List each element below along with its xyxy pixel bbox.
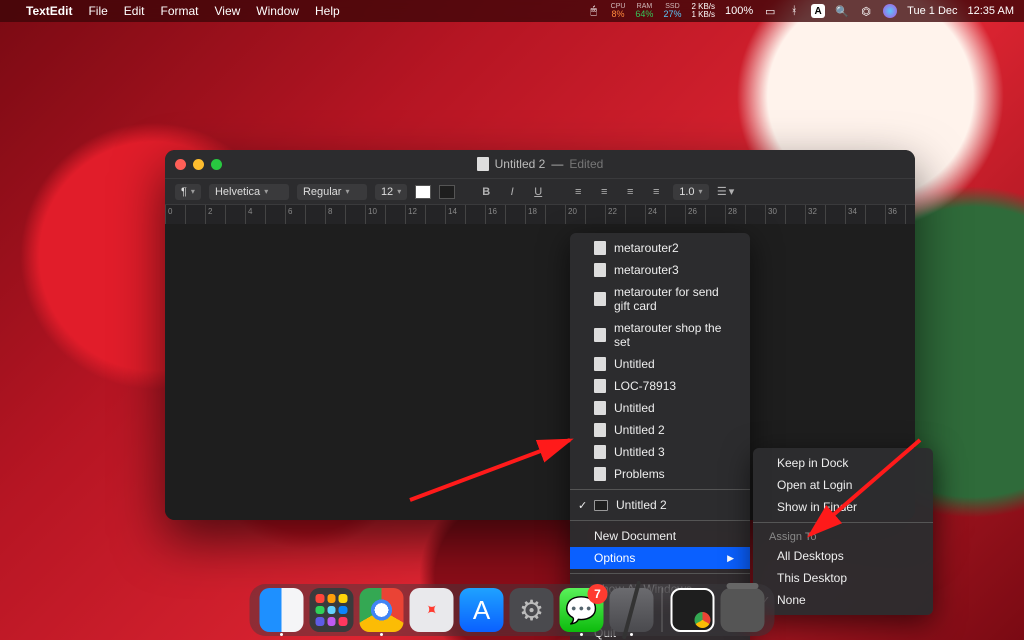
window-title: Untitled 2 — Edited: [165, 157, 915, 171]
italic-button[interactable]: I: [503, 183, 521, 201]
this-desktop-item[interactable]: This Desktop: [753, 567, 933, 589]
recent-doc-label: Problems: [614, 467, 665, 481]
recent-doc-label: metarouter3: [614, 263, 679, 277]
window-edited-label: Edited: [569, 157, 603, 171]
dock-chrome[interactable]: [360, 588, 404, 632]
document-icon: [594, 263, 606, 277]
align-center-button[interactable]: ≡: [595, 183, 613, 201]
dock-minimized-window[interactable]: [671, 588, 715, 632]
font-family-select[interactable]: Helvetica▾: [209, 184, 289, 200]
menubar: TextEdit File Edit Format View Window He…: [0, 0, 1024, 22]
mouse-icon[interactable]: 🖱: [587, 4, 601, 18]
options-item[interactable]: Options▶: [570, 547, 750, 569]
recent-doc-item[interactable]: Untitled 3: [570, 441, 750, 463]
menu-edit[interactable]: Edit: [124, 4, 145, 18]
menu-file[interactable]: File: [88, 4, 107, 18]
none-item[interactable]: None: [753, 589, 933, 611]
net-stat[interactable]: 2 KB/s 1 KB/s: [691, 3, 715, 19]
document-icon: [594, 292, 606, 306]
control-center-icon[interactable]: ⏣: [859, 4, 873, 18]
recent-doc-item[interactable]: metarouter for send gift card: [570, 281, 750, 317]
align-left-button[interactable]: ≡: [569, 183, 587, 201]
bold-button[interactable]: B: [477, 183, 495, 201]
recent-doc-item[interactable]: Untitled: [570, 397, 750, 419]
ruler[interactable]: [165, 204, 915, 224]
document-icon: [594, 357, 606, 371]
battery-status[interactable]: 100%: [725, 5, 753, 17]
spotlight-icon[interactable]: 🔍: [835, 4, 849, 18]
recent-doc-item[interactable]: Untitled 2: [570, 419, 750, 441]
dock-settings[interactable]: ⚙: [510, 588, 554, 632]
titlebar[interactable]: Untitled 2 — Edited: [165, 150, 915, 178]
underline-button[interactable]: U: [529, 183, 547, 201]
assign-to-label: Assign To: [753, 527, 933, 545]
dock-separator: [662, 588, 663, 632]
document-icon: [594, 423, 606, 437]
recent-doc-label: metarouter shop the set: [614, 321, 734, 349]
align-justify-button[interactable]: ≡: [647, 183, 665, 201]
current-window-item[interactable]: Untitled 2: [570, 494, 750, 516]
menu-format[interactable]: Format: [160, 4, 198, 18]
line-spacing-select[interactable]: 1.0▾: [673, 184, 708, 200]
messages-badge: 7: [588, 584, 608, 604]
ram-stat[interactable]: RAM64%: [635, 3, 653, 19]
menubar-date[interactable]: Tue 1 Dec: [907, 5, 957, 17]
font-weight-select[interactable]: Regular▾: [297, 184, 367, 200]
dock-context-menu: metarouter2 metarouter3 metarouter for sen…: [570, 233, 750, 640]
document-icon: [594, 328, 606, 342]
dock-trash[interactable]: [721, 588, 765, 632]
dock-safari[interactable]: ✦: [410, 588, 454, 632]
recent-doc-label: Untitled 2: [614, 423, 665, 437]
align-right-button[interactable]: ≡: [621, 183, 639, 201]
all-desktops-item[interactable]: All Desktops: [753, 545, 933, 567]
keyboard-icon[interactable]: A: [811, 4, 825, 18]
recent-doc-label: metarouter for send gift card: [614, 285, 734, 313]
bg-color-swatch[interactable]: [439, 185, 455, 199]
recent-doc-item[interactable]: metarouter3: [570, 259, 750, 281]
recent-doc-label: LOC-78913: [614, 379, 676, 393]
dock-finder[interactable]: [260, 588, 304, 632]
dock-launchpad[interactable]: [310, 588, 354, 632]
dock-appstore[interactable]: A: [460, 588, 504, 632]
document-icon: [594, 241, 606, 255]
document-icon: [594, 445, 606, 459]
recent-doc-item[interactable]: metarouter2: [570, 237, 750, 259]
menubar-time[interactable]: 12:35 AM: [968, 5, 1014, 17]
font-size-select[interactable]: 12▾: [375, 184, 407, 200]
document-icon: [594, 379, 606, 393]
recent-doc-item[interactable]: LOC-78913: [570, 375, 750, 397]
recent-doc-label: Untitled 3: [614, 445, 665, 459]
window-title-text: Untitled 2: [495, 157, 546, 171]
siri-icon[interactable]: [883, 4, 897, 18]
recent-doc-label: Untitled: [614, 357, 655, 371]
recent-doc-item[interactable]: Untitled: [570, 353, 750, 375]
ssd-stat[interactable]: SSD27%: [663, 3, 681, 19]
cpu-stat[interactable]: CPU8%: [611, 3, 626, 19]
show-in-finder-item[interactable]: Show in Finder: [753, 496, 933, 518]
recent-doc-label: Untitled: [614, 401, 655, 415]
dock-messages[interactable]: 💬7: [560, 588, 604, 632]
recent-doc-item[interactable]: Problems: [570, 463, 750, 485]
dock: ✦ A ⚙ 💬7: [250, 584, 775, 636]
format-toolbar: ¶▾ Helvetica▾ Regular▾ 12▾ B I U ≡ ≡ ≡ ≡…: [165, 178, 915, 204]
menu-view[interactable]: View: [215, 4, 241, 18]
new-document-item[interactable]: New Document: [570, 525, 750, 547]
menu-window[interactable]: Window: [256, 4, 299, 18]
open-at-login-item[interactable]: Open at Login: [753, 474, 933, 496]
document-icon: [477, 157, 489, 171]
text-color-swatch[interactable]: [415, 185, 431, 199]
document-icon: [594, 401, 606, 415]
bluetooth-icon[interactable]: ᚼ: [787, 4, 801, 18]
recent-doc-label: metarouter2: [614, 241, 679, 255]
document-icon: [594, 467, 606, 481]
paragraph-style-select[interactable]: ¶▾: [175, 184, 201, 200]
menu-help[interactable]: Help: [315, 4, 340, 18]
app-menu[interactable]: TextEdit: [26, 4, 72, 18]
recent-doc-item[interactable]: metarouter shop the set: [570, 317, 750, 353]
keep-in-dock-item[interactable]: Keep in Dock: [753, 452, 933, 474]
dock-textedit[interactable]: [610, 588, 654, 632]
battery-icon: ▭: [763, 4, 777, 18]
options-submenu: Keep in Dock Open at Login Show in Finde…: [753, 448, 933, 615]
list-style-button[interactable]: ☰▾: [717, 183, 735, 201]
